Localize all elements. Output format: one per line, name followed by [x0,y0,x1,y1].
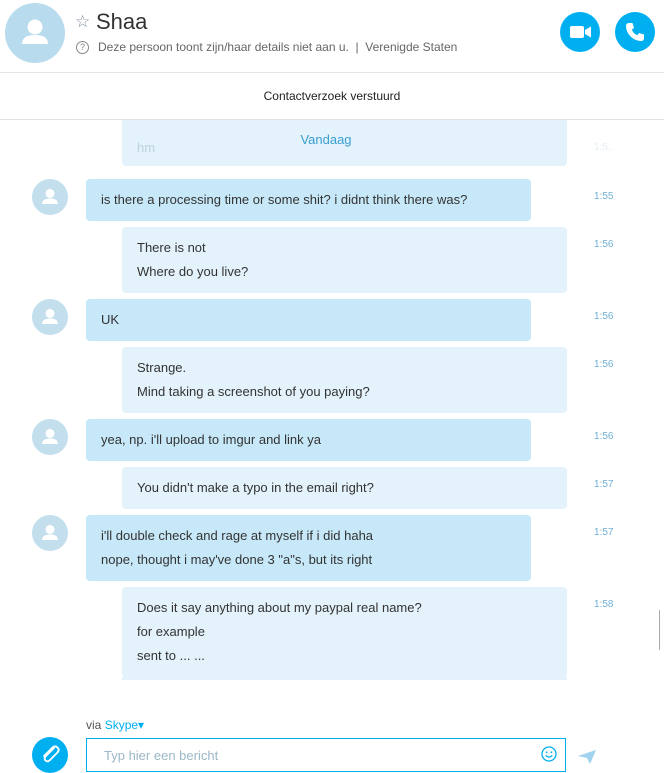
message-input[interactable] [102,739,526,771]
message-time: 1:57 [594,479,614,490]
message-bubble-outgoing[interactable]: Strange. Mind taking a screenshot of you… [122,347,567,413]
contact-status-line: ? Deze persoon toont zijn/haar details ni… [76,40,457,54]
avatar-icon [42,525,58,540]
message-time: 1:55 [594,191,614,202]
emoji-icon[interactable] [541,746,557,762]
contact-request-status: Contactverzoek verstuurd [0,73,664,120]
conversation-header: ☆ Shaa ? Deze persoon toont zijn/haar det… [0,0,664,73]
message-time: 1:56 [594,311,614,322]
paperclip-icon [43,745,60,763]
sender-avatar[interactable] [32,515,68,551]
message-time: 1:56 [594,431,614,442]
video-call-button[interactable] [560,12,600,52]
message-time: 1:56 [594,239,614,250]
via-service-dropdown[interactable]: Skype▾ [105,718,144,732]
message-list[interactable]: Vandaag hm 1:5.. is there a processing t… [0,120,664,680]
message-bubble-incoming[interactable]: is there a processing time or some shit?… [86,179,531,221]
message-bubble-outgoing[interactable]: You didn't make a typo in the email righ… [122,467,567,509]
sender-avatar[interactable] [32,419,68,455]
phone-call-icon [626,23,644,41]
send-icon[interactable] [578,750,596,764]
message-bubble-incoming[interactable]: UK [86,299,531,341]
message-bubble-outgoing[interactable]: There is not Where do you live? [122,227,567,293]
message-time: 1:56 [594,359,614,370]
video-call-icon [570,26,591,38]
star-icon[interactable]: ☆ [75,13,90,30]
avatar-icon [42,429,58,444]
avatar-icon [42,309,58,324]
message-input-box[interactable] [86,738,566,772]
contact-avatar[interactable] [5,3,65,63]
date-separator: Vandaag [300,132,352,147]
via-selector[interactable]: via Skype▾ [86,718,144,732]
scrollbar[interactable] [659,610,664,650]
help-icon[interactable]: ? [76,41,89,54]
message-bubble-outgoing[interactable]: Does it say anything about my paypal rea… [122,587,567,677]
message-composer: via Skype▾ [0,680,664,773]
contact-status-text: Deze persoon toont zijn/haar details nie… [98,40,458,54]
sender-avatar[interactable] [32,179,68,215]
message-bubble-incoming[interactable]: yea, np. i'll upload to imgur and link y… [86,419,531,461]
message-time: 1:57 [594,527,614,538]
message-time: 1:58 [594,599,614,610]
chevron-down-icon: ▾ [138,718,145,732]
sender-avatar[interactable] [32,299,68,335]
avatar-icon [22,19,48,44]
contact-name[interactable]: Shaa [96,9,147,35]
message-bubble-incoming[interactable]: i'll double check and rage at myself if … [86,515,531,581]
attach-button[interactable] [32,737,68,773]
phone-call-button[interactable] [615,12,655,52]
avatar-icon [42,189,58,204]
